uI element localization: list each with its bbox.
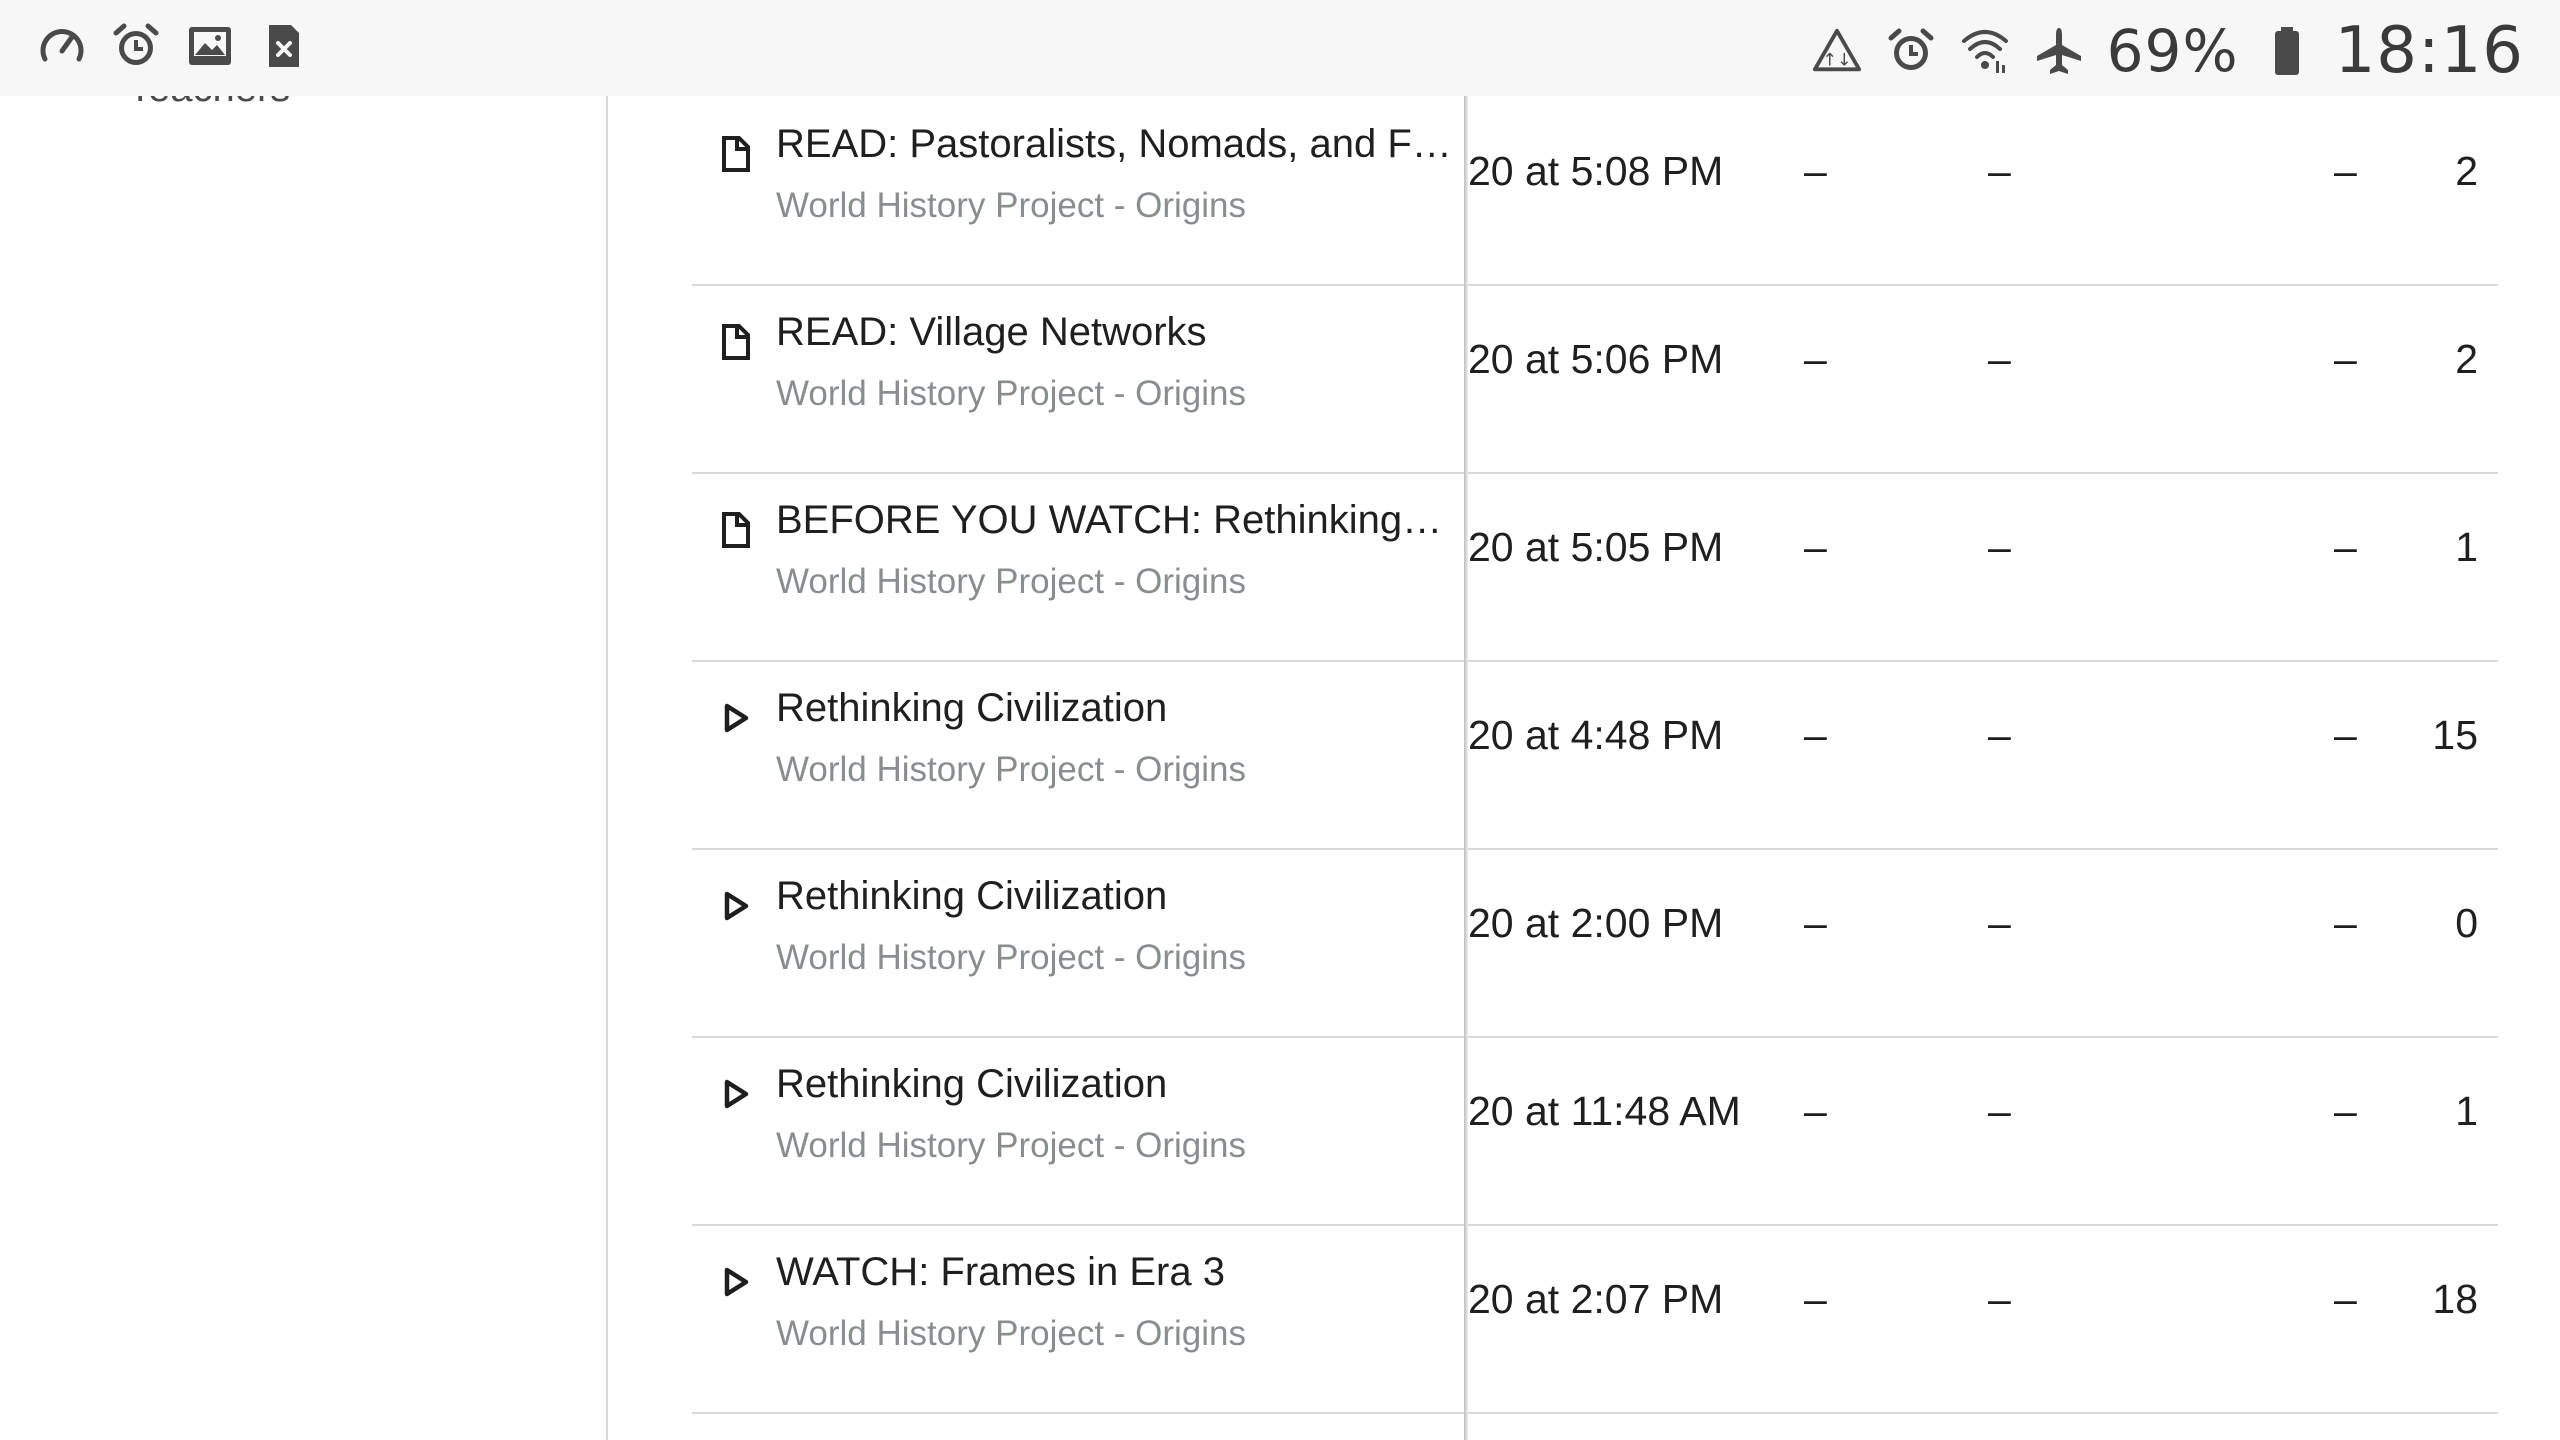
cell-empty: – bbox=[1804, 1088, 1827, 1134]
play-icon bbox=[718, 886, 754, 926]
battery-icon bbox=[2261, 25, 2313, 77]
document-icon bbox=[718, 510, 754, 550]
item-title-link[interactable]: Rethinking Civilization bbox=[776, 874, 1452, 919]
cell-empty: – bbox=[2334, 900, 2357, 946]
cell-empty: – bbox=[1988, 1276, 2011, 1322]
last-activity-date: 20 at 5:05 PM bbox=[1468, 524, 1724, 570]
row-title-cell: READ: Village Networks World History Proj… bbox=[692, 284, 1464, 472]
item-subtitle: World History Project - Origins bbox=[776, 374, 1247, 413]
battery-percent: 69% bbox=[2106, 17, 2239, 85]
svg-text:↑↓: ↑↓ bbox=[1822, 50, 1851, 70]
cell-empty: – bbox=[1988, 1088, 2011, 1134]
item-title-link[interactable]: Rethinking Civilization bbox=[776, 686, 1452, 731]
item-subtitle: World History Project - Origins bbox=[776, 750, 1247, 789]
table-row[interactable]: READ: Pastoralists, Nomads, and F… World … bbox=[692, 96, 2498, 286]
clock-time: 18:16 bbox=[2334, 14, 2524, 88]
last-activity-date: 20 at 5:08 PM bbox=[1468, 148, 1724, 194]
item-subtitle: World History Project - Origins bbox=[776, 1314, 1247, 1353]
row-title-cell: WATCH: Frames in Era 3 World History Proj… bbox=[692, 1224, 1464, 1412]
table-row[interactable]: READ: Village Networks World History Proj… bbox=[692, 284, 2498, 474]
item-title-link[interactable]: READ: Pastoralists, Nomads, and F… bbox=[776, 122, 1452, 167]
table-row[interactable]: BEFORE YOU WATCH: Rethinking… World Histo… bbox=[692, 472, 2498, 662]
cell-empty: – bbox=[2334, 1276, 2357, 1322]
count-cell: 1 bbox=[2455, 1088, 2478, 1134]
item-title-link[interactable]: Rethinking Civilization bbox=[776, 1062, 1452, 1107]
last-activity-date: 20 at 2:07 PM bbox=[1468, 1276, 1724, 1322]
table-row[interactable]: WATCH: Frames in Era 3 World History Proj… bbox=[692, 1224, 2498, 1414]
item-subtitle: World History Project - Origins bbox=[776, 938, 1247, 977]
count-cell: 2 bbox=[2455, 148, 2478, 194]
cell-empty: – bbox=[1988, 336, 2011, 382]
cell-empty: – bbox=[1988, 712, 2011, 758]
row-title-cell: Rethinking Civilization World History Pro… bbox=[692, 660, 1464, 848]
last-activity-date: 20 at 5:06 PM bbox=[1468, 336, 1724, 382]
item-subtitle: World History Project - Origins bbox=[776, 1126, 1247, 1165]
row-title-cell: Rethinking Civilization World History Pro… bbox=[692, 848, 1464, 1036]
count-cell: 1 bbox=[2455, 524, 2478, 570]
count-cell: 15 bbox=[2432, 712, 2478, 758]
count-cell: 18 bbox=[2432, 1276, 2478, 1322]
cell-empty: – bbox=[2334, 712, 2357, 758]
play-icon bbox=[718, 1074, 754, 1114]
item-subtitle: World History Project - Origins bbox=[776, 186, 1247, 225]
document-icon bbox=[718, 322, 754, 362]
status-right-icons: ↑↓ 69% 18:16 bbox=[1811, 14, 2524, 88]
sidebar-item-teachers[interactable]: Teachers bbox=[128, 96, 290, 111]
cell-empty: – bbox=[1804, 900, 1827, 946]
play-icon bbox=[718, 698, 754, 738]
speedometer-icon bbox=[36, 20, 88, 72]
cell-empty: – bbox=[1804, 336, 1827, 382]
cell-empty: – bbox=[2334, 336, 2357, 382]
cell-empty: – bbox=[2334, 148, 2357, 194]
cell-empty: – bbox=[1804, 524, 1827, 570]
count-cell: 0 bbox=[2455, 900, 2478, 946]
airplane-mode-icon bbox=[2033, 25, 2085, 77]
alarm-icon bbox=[1885, 25, 1937, 77]
last-activity-date: 20 at 11:48 AM bbox=[1468, 1088, 1741, 1134]
play-icon bbox=[718, 1262, 754, 1302]
last-activity-date: 20 at 2:00 PM bbox=[1468, 900, 1724, 946]
close-file-icon bbox=[258, 20, 310, 72]
item-title-link[interactable]: WATCH: Frames in Era 3 bbox=[776, 1250, 1452, 1295]
document-icon bbox=[718, 134, 754, 174]
last-activity-date: 20 at 4:48 PM bbox=[1468, 712, 1724, 758]
cell-empty: – bbox=[2334, 1088, 2357, 1134]
table-row[interactable]: Rethinking Civilization World History Pro… bbox=[692, 660, 2498, 850]
row-title-cell: Rethinking Civilization World History Pro… bbox=[692, 1036, 1464, 1224]
cell-empty: – bbox=[1988, 524, 2011, 570]
status-bar: ↑↓ 69% 18:16 bbox=[0, 0, 2560, 96]
status-left-icons bbox=[36, 20, 310, 72]
table-row[interactable]: Rethinking Civilization World History Pro… bbox=[692, 848, 2498, 1038]
item-title-link[interactable]: BEFORE YOU WATCH: Rethinking… bbox=[776, 498, 1452, 543]
cell-empty: – bbox=[2334, 524, 2357, 570]
assignments-table: READ: Pastoralists, Nomads, and F… World … bbox=[692, 96, 2498, 1440]
sidebar: Teachers bbox=[0, 96, 608, 1440]
cell-empty: – bbox=[1988, 900, 2011, 946]
alarm-icon bbox=[110, 20, 162, 72]
count-cell: 2 bbox=[2455, 336, 2478, 382]
cell-empty: – bbox=[1804, 712, 1827, 758]
table-row[interactable]: Rethinking Civilization World History Pro… bbox=[692, 1036, 2498, 1226]
row-title-cell: READ: Pastoralists, Nomads, and F… World … bbox=[692, 96, 1464, 284]
data-saver-icon: ↑↓ bbox=[1811, 25, 1863, 77]
item-title-link[interactable]: READ: Village Networks bbox=[776, 310, 1452, 355]
row-title-cell: BEFORE YOU WATCH: Rethinking… World Histo… bbox=[692, 472, 1464, 660]
sticky-column-divider bbox=[1464, 96, 1468, 1440]
item-subtitle: World History Project - Origins bbox=[776, 562, 1247, 601]
image-icon bbox=[184, 20, 236, 72]
cell-empty: – bbox=[1804, 1276, 1827, 1322]
wifi-icon bbox=[1959, 25, 2011, 77]
cell-empty: – bbox=[1988, 148, 2011, 194]
cell-empty: – bbox=[1804, 148, 1827, 194]
